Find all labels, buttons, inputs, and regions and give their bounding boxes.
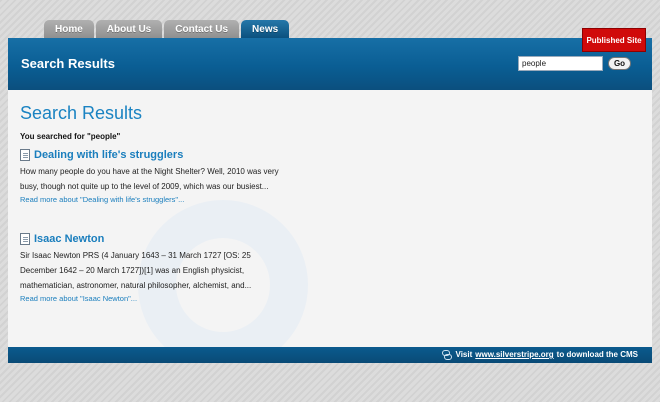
go-button[interactable]: Go: [608, 57, 631, 70]
page-header: Search Results Go: [8, 38, 652, 90]
tab-about-us[interactable]: About Us: [95, 20, 163, 39]
search-input[interactable]: [518, 56, 603, 71]
silverstripe-logo-icon: [441, 350, 452, 360]
header-title: Search Results: [21, 56, 115, 71]
search-result: Dealing with life's strugglers How many …: [20, 148, 320, 204]
published-site-button[interactable]: Published Site: [582, 28, 646, 52]
footer-text: Visit www.silverstripe.org to download t…: [441, 350, 638, 360]
result-title-link[interactable]: Dealing with life's strugglers: [34, 149, 183, 161]
search-summary: You searched for "people": [20, 132, 121, 141]
footer-suffix: to download the CMS: [556, 350, 638, 359]
silverstripe-link[interactable]: www.silverstripe.org: [475, 350, 553, 359]
search-result: Isaac Newton Sir Isaac Newton PRS (4 Jan…: [20, 232, 320, 303]
result-snippet: How many people do you have at the Night…: [20, 167, 279, 191]
result-snippet: Sir Isaac Newton PRS (4 January 1643 – 3…: [20, 251, 252, 290]
document-icon: [20, 149, 30, 161]
main-content: Search Results You searched for "people"…: [8, 90, 652, 348]
main-nav-tabs: Home About Us Contact Us News: [44, 20, 290, 39]
footer-prefix: Visit: [455, 350, 473, 359]
tab-home[interactable]: Home: [44, 20, 94, 39]
result-title-link[interactable]: Isaac Newton: [34, 233, 104, 245]
page-title: Search Results: [20, 103, 143, 123]
read-more-link[interactable]: Read more about "Isaac Newton"...: [20, 294, 320, 303]
page-footer: Visit www.silverstripe.org to download t…: [8, 347, 652, 363]
document-icon: [20, 233, 30, 245]
tab-contact-us[interactable]: Contact Us: [164, 20, 240, 39]
tab-news[interactable]: News: [241, 20, 290, 39]
read-more-link[interactable]: Read more about "Dealing with life's str…: [20, 195, 320, 204]
